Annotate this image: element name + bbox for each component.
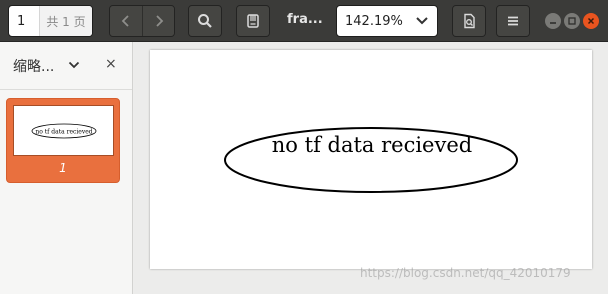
thumbnail-label: no tf data recieved bbox=[35, 129, 92, 136]
thumbnail-preview: no tf data recieved bbox=[13, 105, 114, 156]
window-minimize-icon bbox=[550, 22, 556, 24]
annotations-button-group bbox=[236, 5, 270, 37]
page-nav-buttons bbox=[109, 5, 175, 37]
sidebar-mode-dropdown[interactable]: 缩略... bbox=[13, 56, 54, 76]
document-title: fra... bbox=[287, 12, 323, 27]
search-button[interactable] bbox=[189, 6, 221, 36]
next-page-button[interactable] bbox=[142, 6, 174, 36]
chevron-down-icon bbox=[416, 17, 428, 25]
page-navigation-box: 1 共 1 页 bbox=[8, 5, 93, 37]
watermark: https://blog.csdn.net/qq_42010179 bbox=[360, 266, 571, 280]
chevron-down-icon[interactable] bbox=[68, 60, 80, 70]
thumbnail-page-number: 1 bbox=[59, 161, 67, 175]
document-view[interactable]: no tf data recieved bbox=[134, 42, 608, 294]
search-button-group bbox=[188, 5, 222, 37]
chevron-left-icon bbox=[121, 15, 129, 27]
chevron-right-icon bbox=[155, 15, 163, 27]
sidebar: 缩略... × no tf data recieved 1 bbox=[0, 42, 133, 294]
annotations-button[interactable] bbox=[237, 6, 269, 36]
annotations-icon bbox=[247, 14, 259, 28]
sidebar-header: 缩略... × bbox=[0, 42, 132, 90]
window-maximize-button[interactable] bbox=[564, 13, 580, 29]
graph-node-label: no tf data recieved bbox=[271, 133, 473, 157]
document-properties-icon bbox=[464, 13, 475, 29]
document-properties-button[interactable] bbox=[453, 6, 485, 36]
page-number-input[interactable]: 1 bbox=[9, 6, 39, 36]
menu-icon bbox=[508, 16, 518, 26]
window-maximize-icon bbox=[568, 17, 576, 25]
header-bar: 1 共 1 页 fra... 142.19% bbox=[0, 0, 608, 42]
sidebar-close-button[interactable]: × bbox=[105, 56, 117, 72]
window-close-icon bbox=[587, 17, 595, 25]
previous-page-button[interactable] bbox=[110, 6, 142, 36]
window-close-button[interactable] bbox=[583, 13, 599, 29]
window-minimize-button[interactable] bbox=[545, 13, 561, 29]
thumbnail-page-1[interactable]: no tf data recieved 1 bbox=[6, 98, 120, 183]
zoom-selector[interactable]: 142.19% bbox=[336, 5, 438, 37]
search-icon bbox=[198, 14, 212, 28]
page-total-label: 共 1 页 bbox=[39, 6, 92, 36]
thumbnail-ellipse: no tf data recieved bbox=[31, 123, 97, 139]
main-menu-button[interactable] bbox=[497, 6, 529, 36]
document-page: no tf data recieved bbox=[150, 50, 592, 269]
document-properties-group bbox=[452, 5, 486, 37]
menu-button-group bbox=[496, 5, 530, 37]
zoom-value: 142.19% bbox=[345, 13, 403, 29]
graph-node-ellipse bbox=[224, 127, 518, 193]
